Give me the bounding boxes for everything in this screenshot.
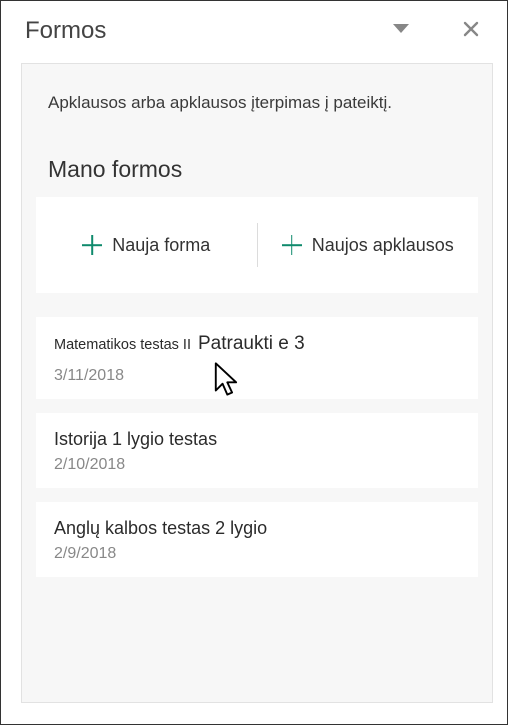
form-item[interactable]: Anglų kalbos testas 2 lygio 2/9/2018 (36, 502, 478, 577)
form-item-date: 3/11/2018 (54, 367, 460, 385)
pane-menu-button[interactable] (385, 15, 417, 47)
form-item-title: Matematikos testas II Patraukti e 3 (54, 333, 460, 355)
form-item-date: 2/9/2018 (54, 545, 460, 563)
form-item[interactable]: Matematikos testas II Patraukti e 3 3/11… (36, 317, 478, 399)
close-button[interactable] (455, 15, 487, 47)
plus-icon (82, 235, 102, 255)
new-survey-button[interactable]: Naujos apklausos (258, 197, 479, 293)
form-item-title: Anglų kalbos testas 2 lygio (54, 518, 460, 539)
content-area: Apklausos arba apklausos įterpimas į pat… (21, 63, 493, 703)
dropdown-icon (393, 21, 409, 42)
plus-icon (282, 235, 302, 255)
new-form-button[interactable]: Nauja forma (36, 197, 257, 293)
close-icon (463, 21, 479, 42)
form-item[interactable]: Istorija 1 lygio testas 2/10/2018 (36, 413, 478, 488)
form-item-title-a: Matematikos testas II (54, 337, 191, 353)
intro-text: Apklausos arba apklausos įterpimas į pat… (22, 64, 492, 138)
section-title: Mano formos (22, 138, 492, 197)
form-item-title: Istorija 1 lygio testas (54, 429, 460, 450)
form-item-date: 2/10/2018 (54, 456, 460, 474)
new-row: Nauja forma Naujos apklausos (36, 197, 478, 293)
form-list: Matematikos testas II Patraukti e 3 3/11… (36, 317, 478, 577)
form-item-title-b: Patraukti e 3 (198, 333, 305, 355)
new-form-label: Nauja forma (112, 235, 210, 256)
pane-title: Formos (25, 17, 347, 45)
new-survey-label: Naujos apklausos (312, 235, 454, 256)
pane-header: Formos (1, 1, 507, 57)
